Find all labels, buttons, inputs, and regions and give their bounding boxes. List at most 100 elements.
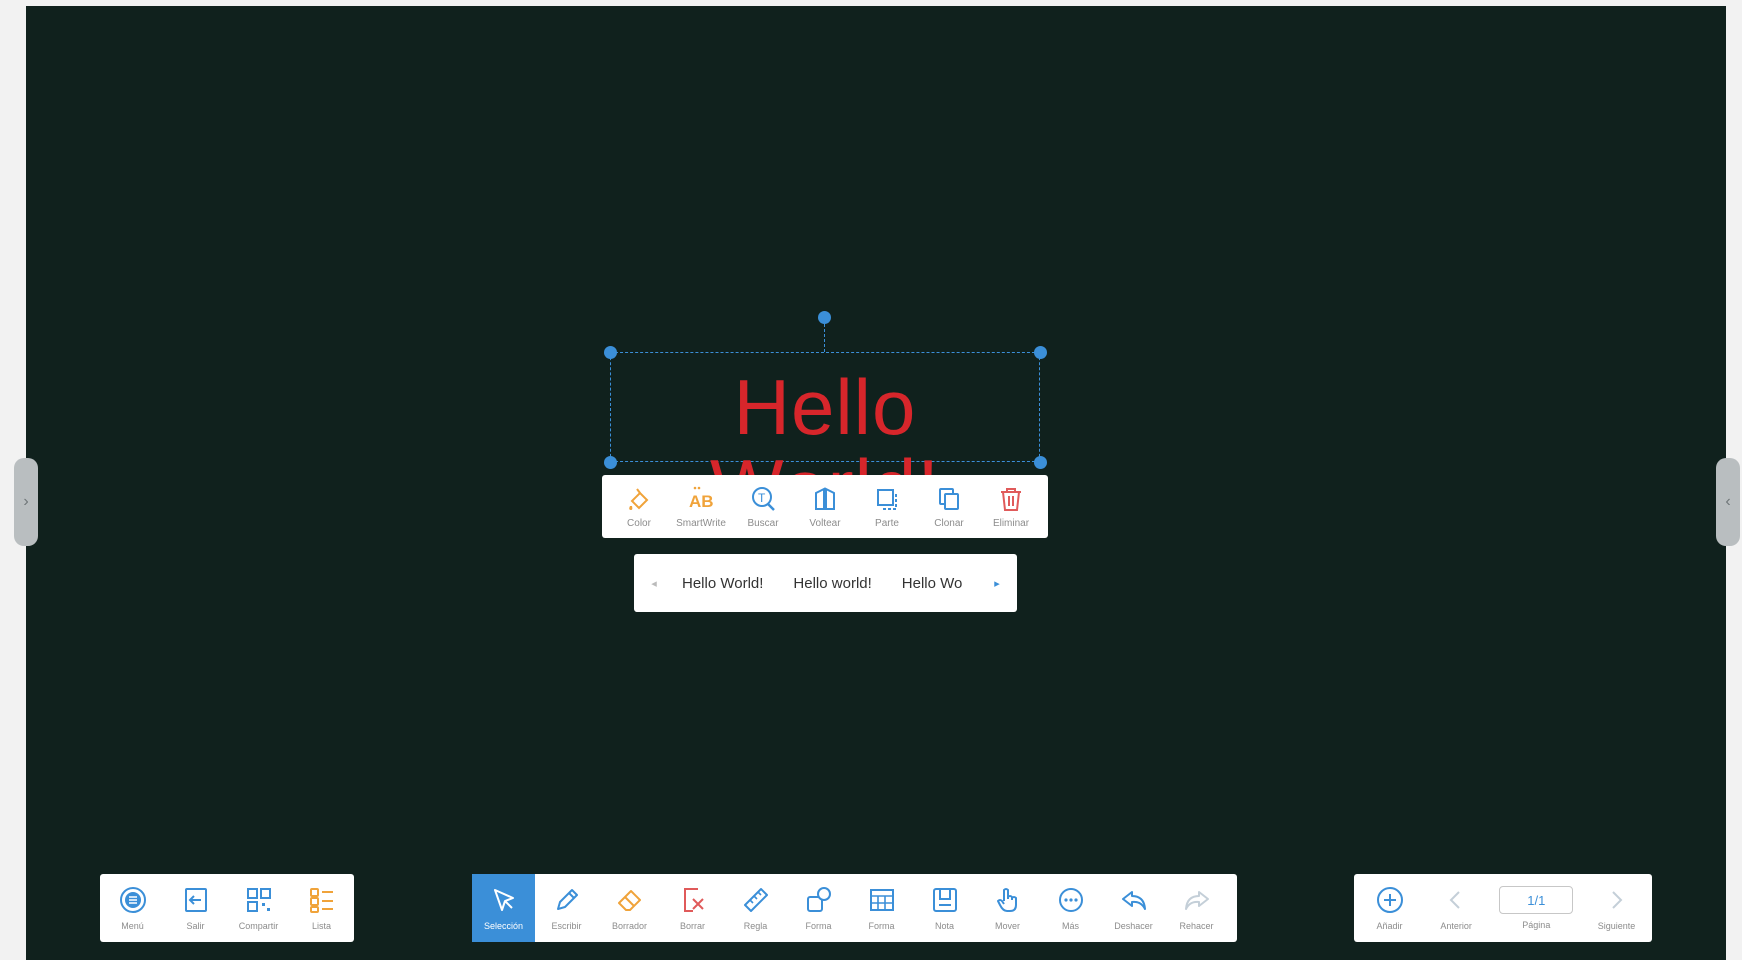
move-label: Mover [994, 921, 1020, 931]
flip-button[interactable]: Voltear [795, 484, 855, 529]
color-button[interactable]: Color [609, 484, 669, 529]
add-page-button[interactable]: Añadir [1358, 874, 1421, 942]
pen-icon [556, 889, 578, 910]
main-toolbar: Selección Escribir Borrador Borrar Regla [472, 874, 1237, 942]
color-label: Color [627, 518, 651, 529]
clear-icon [683, 888, 704, 912]
more-icon [1058, 888, 1083, 912]
page-toolbar: Añadir Anterior 1/1 Página Siguiente [1354, 874, 1652, 942]
flip-icon [815, 487, 835, 510]
suggestion-item[interactable]: Hello World! [682, 575, 763, 592]
rotation-line [824, 324, 826, 352]
clear-label: Borrar [679, 921, 705, 931]
rotate-handle[interactable] [818, 311, 831, 324]
table-icon [869, 889, 894, 911]
object-context-menu: Color AB SmartWrite T Buscar Voltear Par… [602, 475, 1048, 538]
delete-button[interactable]: Eliminar [981, 484, 1041, 529]
svg-text:AB: AB [689, 492, 714, 511]
exit-button[interactable]: Salir [164, 874, 227, 942]
list-label: Lista [311, 921, 331, 931]
shape-label: Forma [805, 921, 832, 931]
smartwrite-icon: AB [689, 486, 714, 511]
suggestions-next-arrow[interactable]: ▸ [989, 577, 1005, 590]
redo-button[interactable]: Rehacer [1165, 874, 1228, 942]
list-icon [309, 888, 333, 913]
clone-label: Clonar [934, 518, 964, 529]
suggestions-prev-arrow[interactable]: ◂ [646, 577, 662, 590]
clone-icon [939, 488, 959, 510]
resize-handle-top-left[interactable] [604, 346, 617, 359]
hand-move-icon [996, 888, 1017, 912]
svg-text:T: T [758, 491, 766, 505]
part-icon [877, 489, 897, 510]
suggestion-list: Hello World! Hello world! Hello Wo [662, 575, 989, 592]
more-tool-button[interactable]: Más [1039, 874, 1102, 942]
select-cursor-icon [493, 889, 514, 911]
flip-label: Voltear [809, 518, 841, 529]
handwriting-suggestions: ◂ Hello World! Hello world! Hello Wo ▸ [634, 554, 1017, 612]
move-tool-button[interactable]: Mover [976, 874, 1039, 942]
chevron-right-icon: › [23, 493, 29, 510]
chevron-right-icon [1612, 891, 1623, 909]
menu-label: Menú [121, 921, 144, 931]
suggestion-item[interactable]: Hello Wo [902, 575, 963, 592]
menu-button[interactable]: Menú [101, 874, 164, 942]
part-button[interactable]: Parte [857, 484, 917, 529]
shape-tool-button[interactable]: Forma [787, 874, 850, 942]
search-icon: T [752, 487, 775, 511]
undo-button[interactable]: Deshacer [1102, 874, 1165, 942]
chevron-left-icon [1449, 891, 1460, 909]
note-tool-button[interactable]: Nota [913, 874, 976, 942]
eraser-tool-button[interactable]: Borrador [598, 874, 661, 942]
page-number: 1/1 [1499, 886, 1574, 914]
redo-label: Rehacer [1179, 921, 1214, 931]
resize-handle-bottom-right[interactable] [1034, 456, 1047, 469]
table-tool-button[interactable]: Forma [850, 874, 913, 942]
trash-icon [1001, 488, 1021, 511]
qr-share-icon [246, 888, 271, 912]
shapes-icon [806, 887, 831, 912]
color-fill-icon [629, 488, 649, 510]
eraser-icon [617, 890, 641, 911]
undo-icon [1121, 891, 1146, 910]
ruler-tool-button[interactable]: Regla [724, 874, 787, 942]
note-icon [932, 888, 957, 912]
resize-handle-top-right[interactable] [1034, 346, 1047, 359]
eraser-label: Borrador [611, 921, 647, 931]
clone-button[interactable]: Clonar [919, 484, 979, 529]
select-label: Selección [483, 921, 524, 931]
redo-icon [1184, 891, 1209, 910]
resize-handle-bottom-left[interactable] [604, 456, 617, 469]
clear-tool-button[interactable]: Borrar [661, 874, 724, 942]
plus-circle-icon [1376, 887, 1403, 913]
undo-label: Deshacer [1114, 921, 1153, 931]
search-label: Buscar [747, 518, 779, 529]
ruler-label: Regla [743, 921, 768, 931]
exit-icon [184, 888, 207, 912]
table-label: Forma [868, 921, 895, 931]
part-label: Parte [875, 518, 899, 529]
share-button[interactable]: Compartir [227, 874, 290, 942]
right-panel-handle[interactable]: ‹ [1716, 458, 1740, 546]
next-page-button[interactable]: Siguiente [1585, 874, 1648, 942]
menu-icon [119, 887, 146, 913]
page-indicator[interactable]: 1/1 Página [1491, 874, 1581, 942]
page-label: Página [1522, 920, 1551, 930]
previous-page-button[interactable]: Anterior [1425, 874, 1488, 942]
select-tool-button[interactable]: Selección [472, 874, 535, 942]
share-label: Compartir [238, 921, 279, 931]
pen-tool-button[interactable]: Escribir [535, 874, 598, 942]
ruler-icon [743, 888, 768, 912]
left-panel-handle[interactable]: › [14, 458, 38, 546]
smartwrite-button[interactable]: AB SmartWrite [671, 484, 731, 529]
add-page-label: Añadir [1376, 921, 1403, 931]
delete-label: Eliminar [992, 518, 1030, 529]
previous-page-label: Anterior [1440, 921, 1472, 931]
list-button[interactable]: Lista [290, 874, 353, 942]
selected-text-object[interactable]: Hello World! [610, 352, 1040, 527]
smartwrite-label: SmartWrite [676, 518, 726, 529]
suggestion-item[interactable]: Hello world! [793, 575, 871, 592]
left-toolbar: Menú Salir Compartir Lista [100, 874, 354, 942]
chevron-left-icon: ‹ [1725, 493, 1731, 510]
search-button[interactable]: T Buscar [733, 484, 793, 529]
